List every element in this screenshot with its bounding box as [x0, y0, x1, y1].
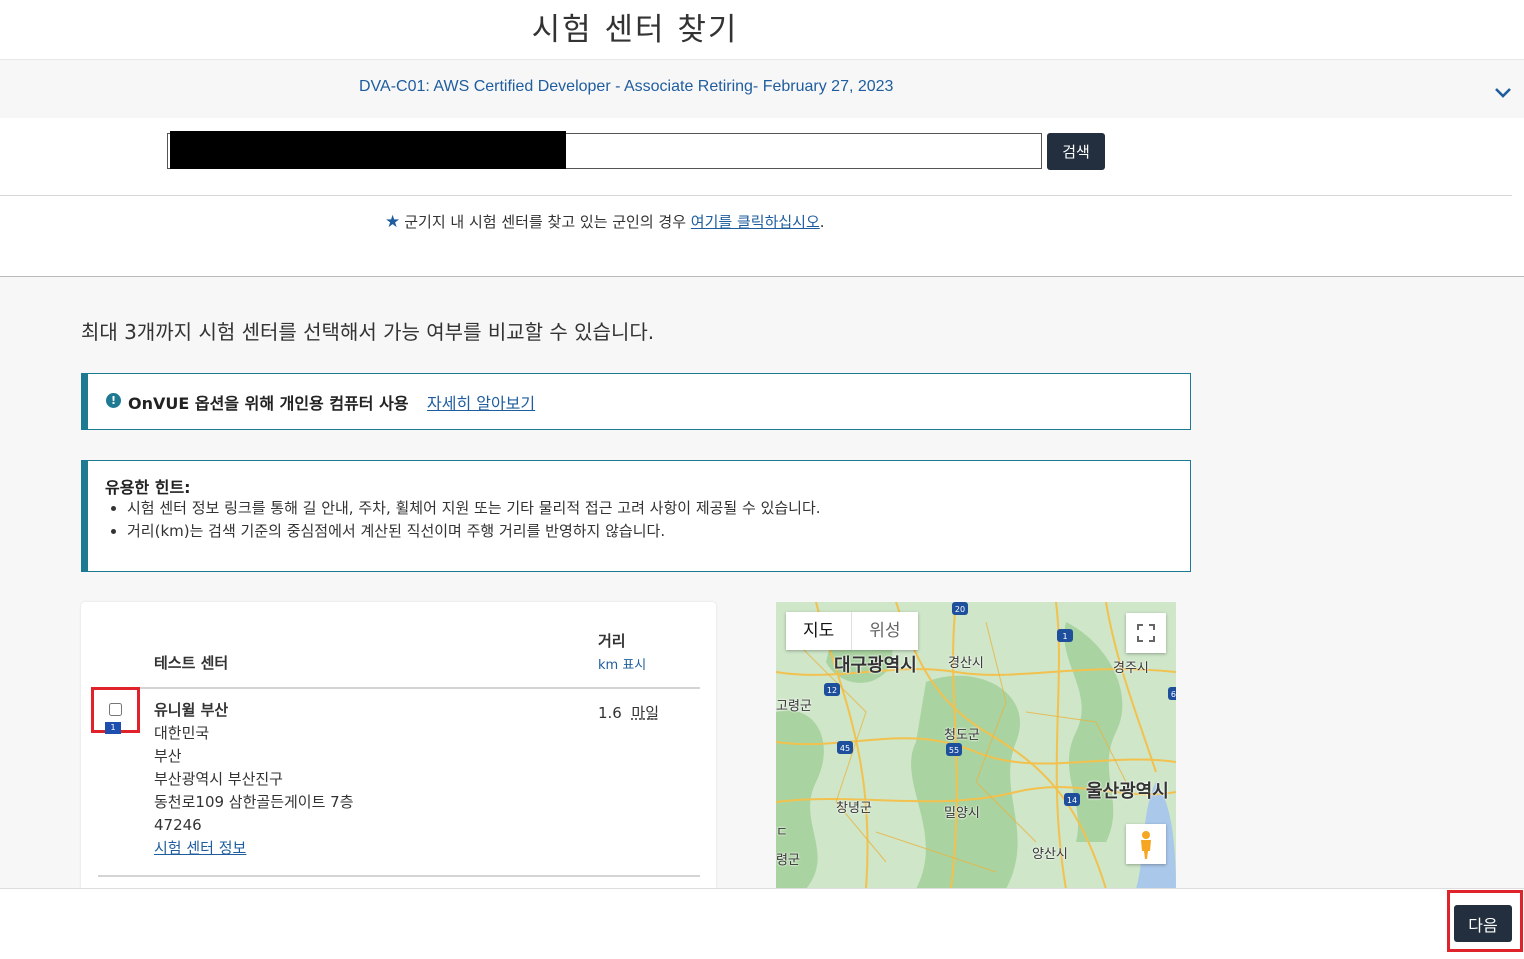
map-label-gyeongsan: 경산시 [948, 656, 984, 671]
page-title: 시험 센터 찾기 [531, 12, 739, 48]
map-marker-badge: 1 [105, 722, 121, 734]
map-label-ulsan: 울산광역시 [1086, 781, 1169, 802]
center-country: 대한민국 [154, 724, 210, 742]
street-view-pegman-icon[interactable] [1126, 824, 1166, 864]
route-shield-label: 45 [840, 744, 850, 753]
search-button[interactable]: 검색 [1047, 133, 1105, 170]
divider [0, 195, 1512, 196]
km-toggle-link[interactable]: km 표시 [598, 654, 646, 673]
exam-selected-label[interactable]: DVA-C01: AWS Certified Developer - Assoc… [359, 78, 893, 96]
redacted-region [170, 131, 566, 169]
exam-selector[interactable]: DVA-C01: AWS Certified Developer - Assoc… [0, 59, 1524, 118]
tips-callout: 유용한 힌트: 시험 센터 정보 링크를 통해 길 안내, 주차, 휠체어 지원… [81, 460, 1191, 572]
center-city: 부산 [154, 747, 182, 765]
center-street: 동천로109 삼한골든게이트 7층 [154, 793, 354, 811]
route-shield-label: 20 [955, 605, 965, 614]
map-widget[interactable]: 20 1 12 65 55 45 14 대구광역시 경산시 경주시 고령군 청도군 울산광역… [776, 602, 1176, 889]
map-label-miryang: 밀양시 [944, 806, 980, 821]
route-shield: 65 [1168, 687, 1176, 700]
map-label-yangsan: 양산시 [1032, 847, 1068, 862]
center-name: 유니윌 부산 [154, 701, 229, 719]
tip-item: 시험 센터 정보 링크를 통해 길 안내, 주차, 휠체어 지원 또는 기타 물… [127, 497, 821, 520]
military-suffix: . [819, 213, 825, 231]
route-shield: 45 [837, 741, 853, 754]
route-shield: 55 [946, 743, 962, 756]
route-shield-label: 12 [827, 686, 837, 695]
military-notice: ★ 군기지 내 시험 센터를 찾고 있는 군인의 경우 여기를 클릭하십시오. [385, 211, 825, 232]
route-shield-label: 1 [1062, 632, 1067, 641]
header-divider [98, 687, 700, 689]
route-shield: 1 [1057, 629, 1073, 642]
center-district: 부산광역시 부산진구 [154, 770, 283, 788]
footer-bar: 다음 [0, 888, 1524, 959]
center-postal: 47246 [154, 816, 202, 834]
next-button[interactable]: 다음 [1454, 905, 1512, 942]
route-shield: 12 [824, 683, 840, 696]
onvue-callout: ! OnVUE 옵션을 위해 개인용 컴퓨터 사용 자세히 알아보기 [81, 373, 1191, 430]
route-shield-label: 55 [949, 746, 959, 755]
map-label-cheongdo: 청도군 [944, 728, 980, 743]
route-shield: 20 [952, 602, 968, 615]
center-info-link[interactable]: 시험 센터 정보 [154, 839, 246, 857]
tip-item: 거리(km)는 검색 기준의 중심점에서 계산된 직선이며 주행 거리를 반영하… [127, 520, 821, 543]
map-label-edge-gun: 령군 [776, 853, 800, 868]
route-shield-label: 14 [1067, 796, 1077, 805]
select-center-checkbox[interactable] [109, 703, 122, 716]
map-label-gyeongju: 경주시 [1113, 661, 1149, 676]
route-shield-label: 65 [1171, 690, 1176, 699]
row-divider [98, 875, 700, 877]
distance-unit: 마일 [631, 704, 660, 722]
info-icon: ! [106, 393, 121, 408]
distance-value: 1.6 [598, 704, 622, 722]
results-section: 최대 3개까지 시험 센터를 선택해서 가능 여부를 비교할 수 있습니다. !… [0, 276, 1524, 902]
test-center-table: 테스트 센터 거리 km 표시 1 유니윌 부산 대한민국 부산 부산광역시 부… [81, 602, 716, 902]
military-text: 군기지 내 시험 센터를 찾고 있는 군인의 경우 [404, 213, 691, 231]
map-type-toggle[interactable]: 지도 위성 [786, 612, 918, 650]
table-row: 유니윌 부산 대한민국 부산 부산광역시 부산진구 동천로109 삼한골든게이트… [154, 699, 354, 860]
search-field-container [167, 131, 1042, 169]
onvue-text: OnVUE 옵션을 위해 개인용 컴퓨터 사용 [128, 394, 409, 413]
column-header-center: 테스트 센터 [154, 654, 229, 672]
compare-instructions: 최대 3개까지 시험 센터를 선택해서 가능 여부를 비교할 수 있습니다. [81, 320, 655, 344]
tips-title: 유용한 힌트: [105, 478, 191, 497]
military-link[interactable]: 여기를 클릭하십시오 [691, 213, 820, 231]
tab-map[interactable]: 지도 [786, 612, 851, 650]
map-label-goryeong: 고령군 [776, 699, 812, 714]
search-input[interactable] [568, 136, 1032, 166]
column-header-distance: 거리 [598, 632, 626, 650]
center-distance: 1.6 마일 [598, 702, 659, 723]
map-label-edge: ㄷ [776, 825, 788, 840]
route-shield: 14 [1064, 793, 1080, 806]
tab-satellite[interactable]: 위성 [851, 612, 917, 650]
star-icon: ★ [385, 212, 401, 232]
map-label-changnyeong: 창녕군 [836, 801, 872, 816]
fullscreen-icon[interactable] [1126, 613, 1166, 653]
tips-list: 시험 센터 정보 링크를 통해 길 안내, 주차, 휠체어 지원 또는 기타 물… [105, 497, 821, 543]
map-label-daegu: 대구광역시 [834, 655, 917, 676]
chevron-down-icon[interactable] [1493, 82, 1513, 102]
onvue-learn-more-link[interactable]: 자세히 알아보기 [427, 390, 535, 414]
